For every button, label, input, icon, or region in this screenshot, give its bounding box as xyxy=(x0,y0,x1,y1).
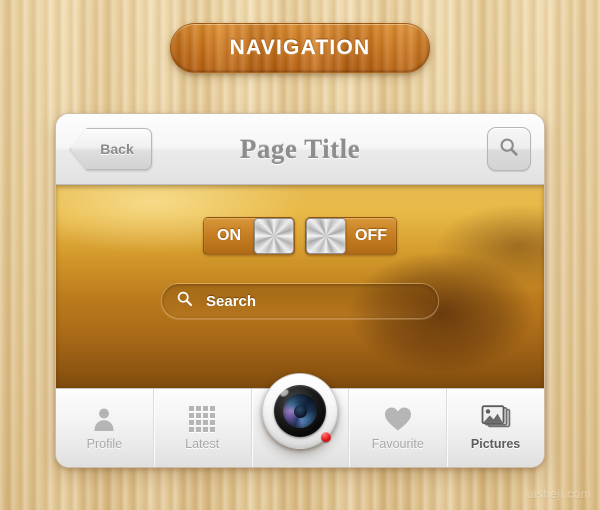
heart-icon xyxy=(384,406,412,432)
tab-latest-label: Latest xyxy=(185,436,220,451)
back-button[interactable]: Back xyxy=(70,128,152,170)
camera-lens-iris xyxy=(283,394,317,428)
back-button-label: Back xyxy=(100,141,134,157)
toggle-on-label: ON xyxy=(217,227,241,244)
camera-record-led xyxy=(321,432,331,442)
camera-shutter-button[interactable] xyxy=(262,373,338,449)
tab-pictures-label: Pictures xyxy=(470,437,521,451)
tab-profile-label: Profile xyxy=(86,436,123,451)
photos-icon xyxy=(480,405,512,432)
camera-lens-glint xyxy=(279,388,290,398)
search-icon xyxy=(176,290,194,313)
grid-icon xyxy=(189,405,216,432)
person-icon xyxy=(91,406,117,432)
toggle-off-label: OFF xyxy=(355,227,387,244)
search-placeholder: Search xyxy=(206,292,257,310)
tab-pictures[interactable]: Pictures xyxy=(447,389,544,467)
tab-latest[interactable]: Latest xyxy=(154,389,252,467)
tab-profile[interactable]: Profile xyxy=(56,389,154,467)
toggles-row: ON OFF xyxy=(56,217,544,255)
search-icon xyxy=(498,136,520,163)
tab-favourite-label: Favourite xyxy=(371,436,424,451)
navigation-banner: NAVIGATION xyxy=(170,23,430,73)
header-bar: Back Page Title xyxy=(56,114,544,185)
toggle-off-knob[interactable] xyxy=(306,218,346,254)
search-input[interactable]: Search xyxy=(161,283,439,319)
navigation-banner-title: NAVIGATION xyxy=(229,36,371,59)
toggle-on[interactable]: ON xyxy=(203,217,295,255)
camera-lens xyxy=(274,385,326,437)
toggle-on-knob[interactable] xyxy=(254,218,294,254)
header-search-button[interactable] xyxy=(487,127,531,171)
watermark: uisheji.com xyxy=(526,487,591,501)
camera-lens-pupil xyxy=(293,404,307,418)
toggle-off[interactable]: OFF xyxy=(305,217,397,255)
tab-favourite[interactable]: Favourite xyxy=(349,389,448,467)
content-area: ON OFF Search xyxy=(56,185,544,388)
